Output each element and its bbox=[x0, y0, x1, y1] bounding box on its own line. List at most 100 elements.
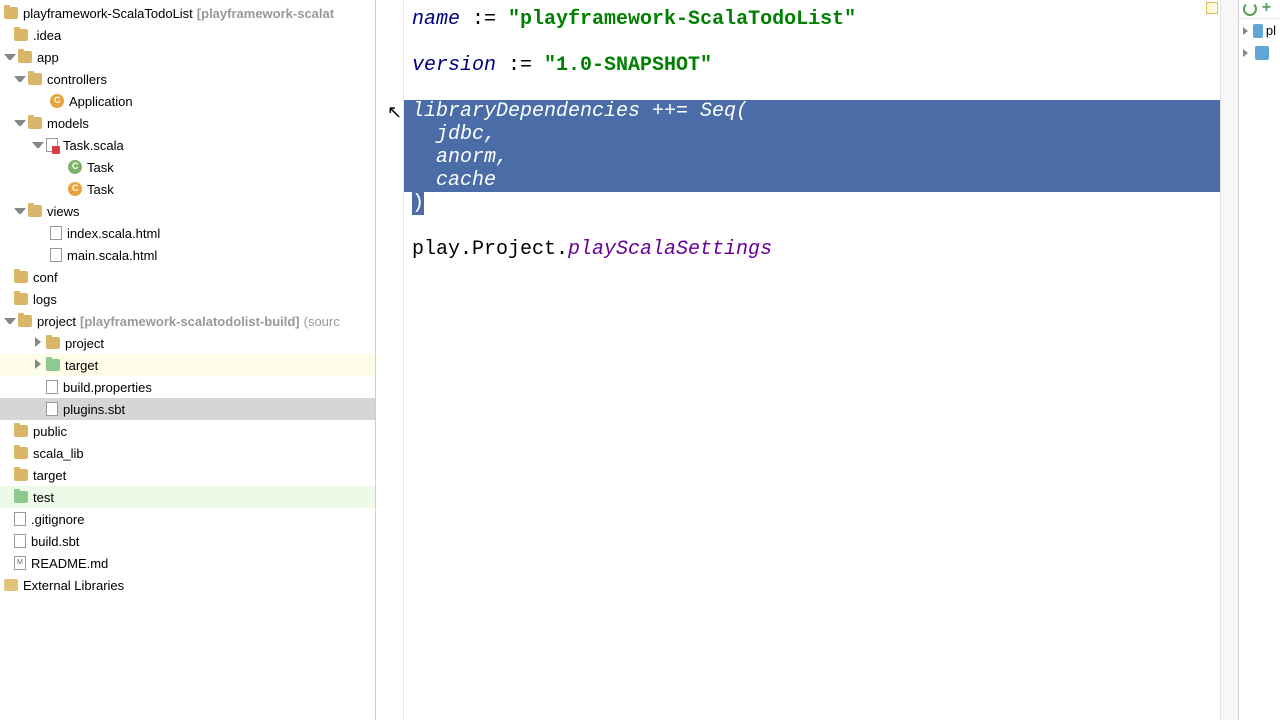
task2-label: Task bbox=[87, 182, 114, 197]
code-line-7: ) bbox=[404, 192, 1220, 215]
tree-readme[interactable]: README.md bbox=[0, 552, 375, 574]
views-label: views bbox=[47, 204, 80, 219]
library-icon bbox=[4, 579, 18, 591]
sbt-project-item[interactable]: pl bbox=[1239, 19, 1280, 42]
tree-task-scala[interactable]: Task.scala bbox=[0, 134, 375, 156]
folder-icon bbox=[14, 271, 28, 283]
tree-idea[interactable]: .idea bbox=[0, 24, 375, 46]
tree-conf[interactable]: conf bbox=[0, 266, 375, 288]
chevron-right-icon[interactable] bbox=[32, 337, 44, 349]
project-sub-label: project bbox=[65, 336, 104, 351]
tree-build-sbt[interactable]: build.sbt bbox=[0, 530, 375, 552]
file-icon bbox=[50, 248, 62, 262]
tree-gitignore[interactable]: .gitignore bbox=[0, 508, 375, 530]
token-name: version bbox=[412, 54, 496, 77]
idea-label: .idea bbox=[33, 28, 61, 43]
folder-icon bbox=[4, 7, 18, 19]
folder-icon bbox=[14, 425, 28, 437]
code-line-6: cache bbox=[404, 169, 1220, 192]
class-icon bbox=[50, 94, 64, 108]
refresh-icon[interactable] bbox=[1243, 2, 1257, 16]
plus-icon[interactable] bbox=[1262, 2, 1276, 16]
target-label: target bbox=[33, 468, 66, 483]
token-cache: cache bbox=[412, 169, 496, 192]
main-html-label: main.scala.html bbox=[67, 248, 157, 263]
tree-task1[interactable]: Task bbox=[0, 156, 375, 178]
sbt-project-label: pl bbox=[1266, 23, 1276, 38]
project-tree: playframework-ScalaTodoList [playframewo… bbox=[0, 0, 375, 596]
token-paren: ) bbox=[412, 192, 424, 215]
tree-public[interactable]: public bbox=[0, 420, 375, 442]
chevron-right-icon[interactable] bbox=[32, 359, 44, 371]
token-pkg: play.Project. bbox=[412, 238, 568, 261]
code-line-1: name := "playframework-ScalaTodoList" bbox=[404, 8, 1220, 31]
tree-root[interactable]: playframework-ScalaTodoList [playframewo… bbox=[0, 2, 375, 24]
tree-task2[interactable]: Task bbox=[0, 178, 375, 200]
root-label: playframework-ScalaTodoList bbox=[23, 6, 193, 21]
folder-icon bbox=[14, 447, 28, 459]
index-html-label: index.scala.html bbox=[67, 226, 160, 241]
folder-icon bbox=[28, 73, 42, 85]
tree-logs[interactable]: logs bbox=[0, 288, 375, 310]
chevron-down-icon[interactable] bbox=[4, 315, 16, 327]
tree-target-sub[interactable]: target bbox=[0, 354, 375, 376]
token-string: "1.0-SNAPSHOT" bbox=[544, 54, 712, 77]
project-suffix: [playframework-scalatodolist-build] bbox=[80, 314, 300, 329]
tree-controllers[interactable]: controllers bbox=[0, 68, 375, 90]
task-scala-label: Task.scala bbox=[63, 138, 124, 153]
tree-plugins-sbt[interactable]: plugins.sbt bbox=[0, 398, 375, 420]
token-name: name bbox=[412, 8, 460, 31]
controllers-label: controllers bbox=[47, 72, 107, 87]
sbt-project-item-2[interactable] bbox=[1239, 42, 1280, 64]
tree-main-html[interactable]: main.scala.html bbox=[0, 244, 375, 266]
project-label: project bbox=[37, 314, 76, 329]
sbt-icon bbox=[1253, 24, 1263, 38]
folder-icon bbox=[14, 293, 28, 305]
tree-test[interactable]: test bbox=[0, 486, 375, 508]
tree-views[interactable]: views bbox=[0, 200, 375, 222]
tree-application[interactable]: Application bbox=[0, 90, 375, 112]
chevron-right-icon[interactable] bbox=[1243, 49, 1251, 57]
chevron-right-icon[interactable] bbox=[1243, 27, 1249, 35]
markdown-file-icon bbox=[14, 556, 26, 570]
task1-label: Task bbox=[87, 160, 114, 175]
tree-build-props[interactable]: build.properties bbox=[0, 376, 375, 398]
scala-file-icon bbox=[46, 138, 58, 152]
project-tree-sidebar: playframework-ScalaTodoList [playframewo… bbox=[0, 0, 376, 720]
code-area[interactable]: name := "playframework-ScalaTodoList" ve… bbox=[404, 0, 1220, 720]
chevron-down-icon[interactable] bbox=[4, 51, 16, 63]
tree-scalalib[interactable]: scala_lib bbox=[0, 442, 375, 464]
chevron-down-icon[interactable] bbox=[14, 73, 26, 85]
folder-icon bbox=[46, 337, 60, 349]
file-icon bbox=[50, 226, 62, 240]
token-op: := bbox=[496, 54, 544, 77]
chevron-down-icon[interactable] bbox=[32, 139, 44, 151]
build-sbt-label: build.sbt bbox=[31, 534, 79, 549]
code-line-blank bbox=[404, 31, 1220, 54]
editor-error-stripe[interactable] bbox=[1220, 0, 1238, 720]
project-extra: (sourc bbox=[304, 314, 340, 329]
tree-models[interactable]: models bbox=[0, 112, 375, 134]
tree-app[interactable]: app bbox=[0, 46, 375, 68]
folder-icon bbox=[18, 51, 32, 63]
chevron-down-icon[interactable] bbox=[14, 117, 26, 129]
editor-gutter bbox=[376, 0, 404, 720]
code-line-3: libraryDependencies ++= Seq( bbox=[404, 100, 1220, 123]
folder-icon bbox=[28, 205, 42, 217]
app-label: app bbox=[37, 50, 59, 65]
build-props-label: build.properties bbox=[63, 380, 152, 395]
chevron-down-icon[interactable] bbox=[14, 205, 26, 217]
inspection-indicator[interactable] bbox=[1206, 2, 1218, 14]
code-editor[interactable]: name := "playframework-ScalaTodoList" ve… bbox=[376, 0, 1238, 720]
tree-index-html[interactable]: index.scala.html bbox=[0, 222, 375, 244]
sbt-tool-window: pl bbox=[1238, 0, 1280, 720]
test-label: test bbox=[33, 490, 54, 505]
tree-project-build[interactable]: project [playframework-scalatodolist-bui… bbox=[0, 310, 375, 332]
folder-icon bbox=[28, 117, 42, 129]
readme-label: README.md bbox=[31, 556, 108, 571]
tree-project-sub[interactable]: project bbox=[0, 332, 375, 354]
target-sub-label: target bbox=[65, 358, 98, 373]
tree-target[interactable]: target bbox=[0, 464, 375, 486]
tree-ext-lib[interactable]: External Libraries bbox=[0, 574, 375, 596]
token-string: "playframework-ScalaTodoList" bbox=[508, 8, 856, 31]
